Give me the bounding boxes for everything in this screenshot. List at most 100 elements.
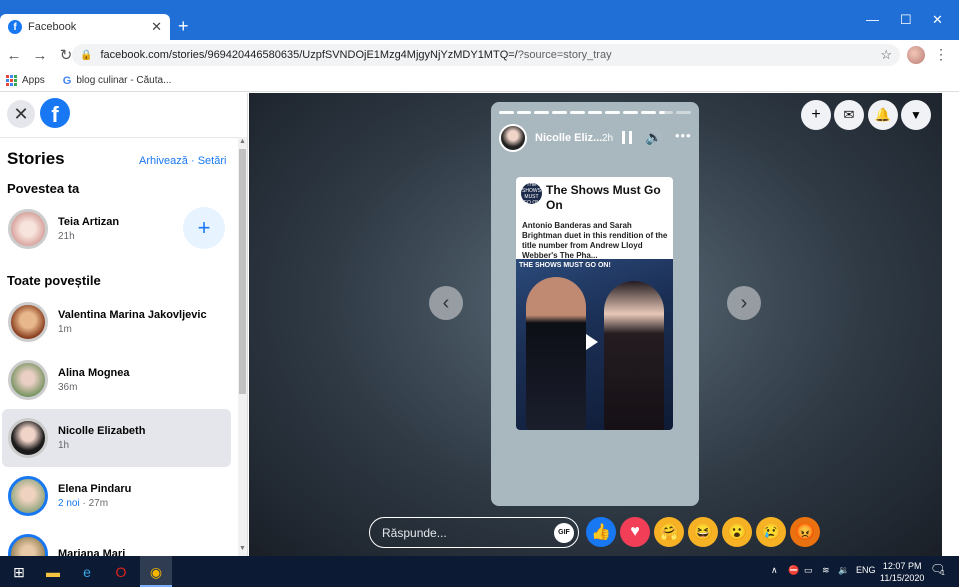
browser-tab[interactable]: f Facebook ✕ (0, 14, 170, 40)
list-item[interactable]: Mariana Mari (2, 525, 231, 556)
maximize-icon[interactable]: ☐ (900, 12, 912, 28)
scroll-thumb[interactable] (239, 149, 246, 394)
minimize-icon[interactable]: — (866, 12, 879, 27)
author-avatar[interactable] (499, 124, 527, 152)
forward-icon[interactable]: → (28, 47, 52, 64)
avatar (8, 534, 48, 556)
sidebar-scrollbar[interactable]: ▲ ▼ (238, 137, 247, 556)
network-off-icon[interactable]: ⛔ (788, 565, 799, 576)
next-story-button[interactable]: › (727, 286, 761, 320)
opera-icon[interactable]: O (110, 561, 132, 583)
screen: f Facebook ✕ + — ☐ ✕ ← → ↻ 🔒 facebook.co… (0, 0, 959, 587)
story-time: 21h (58, 231, 75, 242)
like-reaction-icon[interactable]: 👍 (586, 517, 616, 547)
scroll-up-icon[interactable]: ▲ (239, 138, 246, 145)
avatar (8, 302, 48, 342)
author-name[interactable]: Nicolle Eliz... (535, 132, 602, 144)
reply-placeholder: Răspunde... (382, 525, 447, 540)
language-indicator[interactable]: ENG (856, 565, 876, 575)
close-stories-button[interactable]: ✕ (7, 100, 35, 128)
volume-icon[interactable]: 🔊 (645, 129, 662, 146)
story-time: 36m (58, 382, 78, 393)
love-reaction-icon[interactable]: ♥ (620, 517, 650, 547)
window-close-icon[interactable]: ✕ (932, 12, 943, 28)
progress-segment (623, 111, 638, 114)
bell-icon: 🔔 (874, 107, 892, 122)
story-name: Alina Mognea (58, 367, 130, 379)
wow-reaction-icon[interactable]: 😮 (722, 517, 752, 547)
progress-segment (676, 111, 692, 114)
sad-reaction-icon[interactable]: 😢 (756, 517, 786, 547)
bookmark-star-icon[interactable]: ☆ (880, 47, 892, 63)
story-time: 2 noi · 27m (58, 498, 131, 509)
story-card[interactable]: Nicolle Eliz... 2h 🔊 ••• THE SHOWS MUST … (491, 102, 699, 506)
list-item-active[interactable]: Nicolle Elizabeth 1h (2, 409, 231, 467)
bookmark-blog-culinar[interactable]: blog culinar - Căuta... (76, 75, 171, 86)
back-icon[interactable]: ← (2, 47, 26, 64)
windows-start-icon[interactable]: ⊞ (8, 561, 30, 583)
bookmarks-bar: Apps G blog culinar - Căuta... (0, 70, 959, 92)
apps-grid-icon[interactable] (6, 75, 17, 86)
create-button[interactable]: + (801, 100, 831, 130)
story-time: 2h (602, 133, 614, 144)
more-options-icon[interactable]: ••• (675, 128, 692, 143)
archive-link[interactable]: Arhivează (139, 155, 188, 167)
messenger-icon: ✉ (843, 107, 855, 122)
edge-icon[interactable]: e (76, 561, 98, 583)
story-name: Valentina Marina Jakovljevic (58, 309, 207, 321)
haha-reaction-icon[interactable]: 😆 (688, 517, 718, 547)
angry-reaction-icon[interactable]: 😡 (790, 517, 820, 547)
tab-title: Facebook (28, 21, 77, 33)
progress-segment (499, 111, 514, 114)
windows-taskbar: ⊞ ▬ e O ◉ ∧ ⛔ ▭ ≋ 🔉 ENG 12:07 PM 11/15/2… (0, 556, 959, 587)
settings-link[interactable]: Setări (198, 155, 227, 167)
progress-segment (569, 111, 585, 114)
pause-icon[interactable] (622, 131, 632, 144)
shared-post-card[interactable]: THE SHOWS MUST GO ON The Shows Must Go O… (516, 177, 673, 430)
messenger-button[interactable]: ✉ (834, 100, 864, 130)
facebook-logo-icon[interactable]: f (40, 98, 70, 128)
header-links: Arhivează · Setări (139, 155, 226, 167)
list-item[interactable]: Alina Mognea 36m (2, 351, 231, 409)
logo-text: THE SHOWS MUST GO ON (522, 181, 541, 206)
scroll-down-icon[interactable]: ▼ (239, 545, 246, 552)
avatar (8, 418, 48, 458)
chrome-icon[interactable]: ◉ (145, 561, 167, 583)
tray-app-icon[interactable]: ▭ (804, 565, 813, 576)
reply-input[interactable]: Răspunde... GIF (369, 517, 579, 548)
video-figure-left (526, 277, 586, 430)
file-explorer-icon[interactable]: ▬ (42, 561, 64, 583)
browser-menu-icon[interactable]: ⋮ (934, 46, 948, 63)
tab-close-icon[interactable]: ✕ (151, 19, 162, 35)
facebook-favicon-icon: f (8, 20, 22, 34)
new-tab-icon[interactable]: + (178, 17, 189, 35)
profile-avatar[interactable] (907, 46, 925, 64)
shared-video-thumbnail[interactable]: THE SHOWS MUST GO ON! (516, 259, 673, 430)
stories-sidebar: ✕ f Stories Arhivează · Setări Povestea … (0, 93, 248, 556)
chevron-right-icon: › (740, 291, 748, 314)
caret-down-icon: ▼ (910, 108, 922, 122)
previous-story-button[interactable]: ‹ (429, 286, 463, 320)
account-menu-button[interactable]: ▼ (901, 100, 931, 130)
volume-tray-icon[interactable]: 🔉 (838, 565, 849, 576)
avatar (8, 360, 48, 400)
bookmark-apps[interactable]: Apps (22, 75, 45, 86)
progress-segment (605, 111, 621, 114)
add-story-button[interactable]: + (183, 207, 225, 249)
clock-date: 11/15/2020 (880, 573, 925, 583)
browser-titlebar: f Facebook ✕ + — ☐ ✕ (0, 0, 959, 40)
clock-time: 12:07 PM (882, 561, 922, 571)
tray-chevron-icon[interactable]: ∧ (771, 565, 778, 576)
reaction-bar: 👍 ♥ 🤗 😆 😮 😢 😡 (586, 517, 820, 547)
wifi-icon[interactable]: ≋ (822, 565, 830, 576)
url-input[interactable]: 🔒 facebook.com/stories/969420446580635/U… (72, 44, 900, 66)
story-name: Nicolle Elizabeth (58, 425, 146, 437)
notifications-button[interactable]: 🔔 (868, 100, 898, 130)
clock[interactable]: 12:07 PM 11/15/2020 (880, 560, 924, 584)
play-icon[interactable] (586, 334, 598, 350)
gif-icon[interactable]: GIF (554, 522, 574, 543)
url-query: ?source=story_tray (517, 49, 612, 61)
list-item[interactable]: Elena Pindaru 2 noi · 27m (2, 467, 231, 525)
care-reaction-icon[interactable]: 🤗 (654, 517, 684, 547)
list-item[interactable]: Valentina Marina Jakovljevic 1m (2, 293, 231, 351)
